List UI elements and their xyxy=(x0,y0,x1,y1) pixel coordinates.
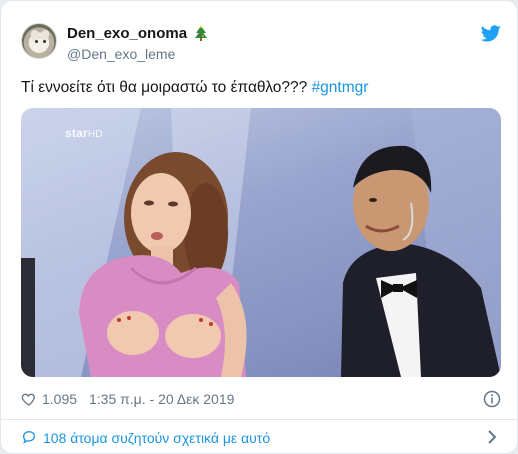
info-icon[interactable] xyxy=(483,390,501,408)
comment-bubble-icon xyxy=(22,430,36,444)
timestamp[interactable]: 1:35 π.μ. - 20 Δεκ 2019 xyxy=(89,391,234,407)
tweet-text-body: Τί εννοείτε ότι θα μοιραστώ το έπαθλο??? xyxy=(21,79,312,96)
tweet-text: Τί εννοείτε ότι θα μοιραστώ το έπαθλο???… xyxy=(21,79,368,97)
like-count[interactable]: 1.095 xyxy=(42,391,77,407)
media-illustration xyxy=(21,108,501,377)
author-names[interactable]: Den_exo_onoma @Den_exo_leme xyxy=(67,25,208,62)
watermark-suffix: HD xyxy=(87,129,103,140)
tweet-media-image[interactable]: starHD xyxy=(21,108,501,377)
hashtag-link[interactable]: #gntmgr xyxy=(312,79,369,96)
watermark-brand: star xyxy=(65,126,88,140)
tweet-card: Den_exo_onoma @Den_exo_leme Τί εννοείτε … xyxy=(0,0,518,454)
handle[interactable]: @Den_exo_leme xyxy=(67,46,208,62)
avatar[interactable] xyxy=(21,23,57,59)
twitter-bird-icon[interactable] xyxy=(481,25,501,42)
display-name[interactable]: Den_exo_onoma xyxy=(67,25,187,42)
channel-watermark: starHD xyxy=(65,126,103,140)
chevron-right-icon xyxy=(488,430,497,444)
divider xyxy=(1,419,517,420)
discussion-label: 108 άτομα συζητούν σχετικά με αυτό xyxy=(43,430,271,446)
tweet-meta: 1.095 1:35 π.μ. - 20 Δεκ 2019 xyxy=(21,390,501,410)
discussion-link[interactable]: 108 άτομα συζητούν σχετικά με αυτό xyxy=(21,425,501,449)
heart-icon[interactable] xyxy=(21,391,37,407)
christmas-tree-icon xyxy=(194,25,207,41)
tweet-header: Den_exo_onoma @Den_exo_leme xyxy=(21,23,501,65)
